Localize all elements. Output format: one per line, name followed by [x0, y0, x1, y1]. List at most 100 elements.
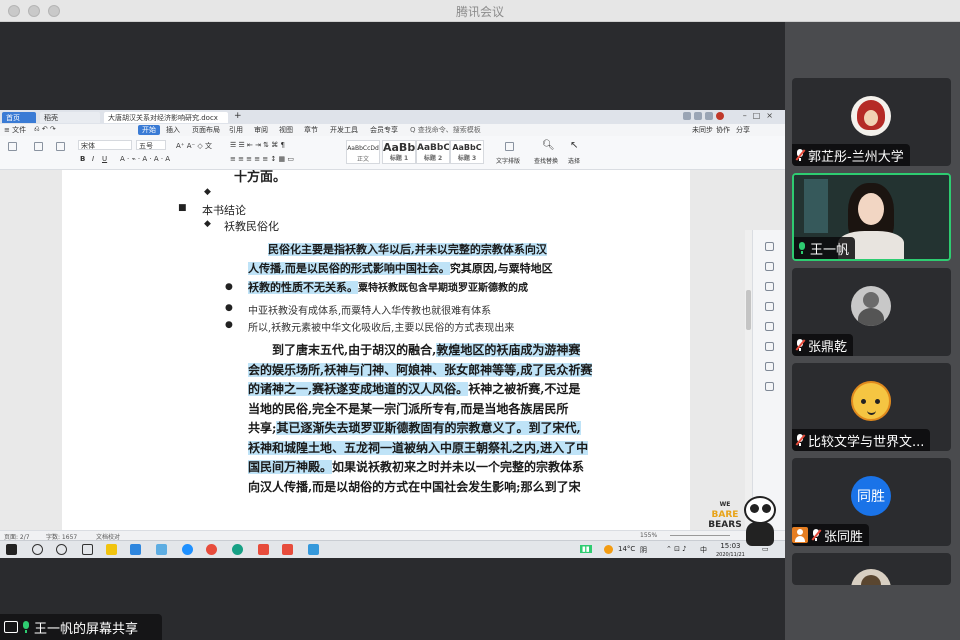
avatar: [851, 381, 891, 421]
paragraph-line: 向汉人传播,而是以胡俗的方式在中国社会发生影响;那么到了宋: [248, 478, 688, 498]
shared-screen-area[interactable]: 首页 稻壳 大唐胡汉关系对经济影响研究.docx + –□× ≡ 文件 ⎌ ↶ …: [0, 22, 785, 640]
document-page[interactable]: 十方面。 ◆ ■ 本书结论 ◆ 袄教民俗化 民俗化主要是指袄教入华以后,并未以完…: [62, 170, 690, 530]
menu-devtools[interactable]: 开发工具: [330, 125, 358, 135]
meeting-icon[interactable]: [308, 544, 319, 555]
new-tab-icon[interactable]: +: [234, 111, 242, 121]
participant-tile[interactable]: 比较文学与世界文...: [792, 363, 951, 451]
settings-icon[interactable]: [705, 112, 713, 120]
layout-icon[interactable]: [683, 112, 691, 120]
mic-muted-icon: [795, 434, 806, 446]
menu-insert[interactable]: 插入: [166, 125, 180, 135]
find-replace-icon[interactable]: 🔍︎: [542, 140, 555, 151]
participant-tile[interactable]: [792, 553, 951, 585]
wps-tab-document[interactable]: 大唐胡汉关系对经济影响研究.docx: [104, 112, 228, 123]
search-icon[interactable]: [32, 544, 43, 555]
wps-tab-bar: 首页 稻壳 大唐胡汉关系对经济影响研究.docx + –□×: [0, 110, 785, 124]
list-icons[interactable]: ☰ ☰ ⇤ ⇥ ⇅ ⌘ ¶: [230, 141, 285, 149]
style-heading-2[interactable]: AaBbC 标题 2: [416, 140, 450, 164]
round-bullet: ●: [225, 282, 233, 292]
avatar: [851, 569, 891, 585]
wps-tab-docer[interactable]: 稻壳: [40, 112, 100, 123]
cursor-tool-icon[interactable]: [765, 242, 774, 251]
font-size-select[interactable]: 五号: [136, 140, 166, 150]
tray-icons[interactable]: ⌃ ⊡ ♪: [666, 545, 687, 553]
document-canvas[interactable]: 十方面。 ◆ ■ 本书结论 ◆ 袄教民俗化 民俗化主要是指袄教入华以后,并未以完…: [0, 170, 785, 575]
text-run: 国民间万神殿。: [248, 460, 333, 474]
align-icons[interactable]: ≡ ≡ ≡ ≡ ≡ ↕ ▦ ▭: [230, 155, 294, 163]
cut-icon[interactable]: [34, 142, 43, 151]
skin-icon[interactable]: [694, 112, 702, 120]
format-painter-icon[interactable]: [56, 142, 65, 151]
mic-muted-icon: [795, 149, 806, 161]
diamond-bullet: ◆: [204, 187, 211, 197]
file-explorer-icon[interactable]: [106, 544, 117, 555]
screen-share-indicator[interactable]: 王一帆的屏幕共享: [0, 614, 162, 640]
text-run: 如果说袄教初来之时并未以一个完整的宗教体系: [332, 460, 585, 474]
menu-member[interactable]: 会员专享: [370, 125, 398, 135]
participant-tile[interactable]: 同胜 张同胜: [792, 458, 951, 546]
temperature: 14°C: [618, 545, 636, 553]
edge-icon[interactable]: [182, 544, 193, 555]
task-view-icon[interactable]: [82, 544, 93, 555]
top-heading: 十方面。: [234, 170, 287, 185]
style-heading-1[interactable]: AaBb 标题 1: [382, 140, 416, 164]
menu-undo-icons[interactable]: ⎌ ↶ ↷: [34, 125, 56, 134]
wps-toolbar: 宋体 五号 B I U A⁺ A⁻ ◇ 文 A · ⌁ · A · A · A …: [0, 136, 785, 170]
image-tool-icon[interactable]: [765, 322, 774, 331]
text-run: 向汉人传播,而是以胡俗的方式在中国社会发生影响;那么到了宋: [248, 479, 581, 494]
font-name-select[interactable]: 宋体: [78, 140, 132, 150]
sync-status[interactable]: 未同步: [692, 125, 713, 135]
wps-window-controls[interactable]: –□×: [743, 111, 779, 120]
pen-tool-icon[interactable]: [765, 262, 774, 271]
ime-indicator[interactable]: 中: [700, 545, 707, 555]
style-normal[interactable]: AaBbCcDd 正文: [346, 140, 380, 164]
menu-home[interactable]: 开始: [138, 125, 160, 135]
battery-icon[interactable]: ▮▮: [580, 545, 592, 553]
italic-button[interactable]: I: [92, 155, 94, 163]
wps-tab-home[interactable]: 首页: [2, 112, 36, 123]
format-tool-icon[interactable]: [765, 302, 774, 311]
browser-icon[interactable]: [232, 544, 243, 555]
menu-file[interactable]: ≡ 文件: [4, 125, 26, 135]
backup-tool-icon[interactable]: [765, 362, 774, 371]
help-tool-icon[interactable]: [765, 342, 774, 351]
bold-button[interactable]: B: [80, 155, 85, 163]
menu-view[interactable]: 视图: [279, 125, 293, 135]
wps-icon[interactable]: [282, 544, 293, 555]
select-cursor-icon[interactable]: ↖: [570, 140, 578, 151]
menu-references[interactable]: 引用: [229, 125, 243, 135]
participant-tile-active[interactable]: 王一帆: [792, 173, 951, 261]
text-run: 当地的民俗,完全不是某一宗门派所专有,而是当地各族居民所: [248, 401, 569, 416]
start-icon[interactable]: [6, 544, 17, 555]
scrollbar-thumb[interactable]: [746, 290, 751, 330]
store-icon[interactable]: [130, 544, 141, 555]
avatar[interactable]: [716, 112, 724, 120]
menu-chapter[interactable]: 章节: [304, 125, 318, 135]
highlight-paragraph: 民俗化主要是指袄教入华以后,并未以完整的宗教体系向汉 人传播,而是以民俗的形式影…: [248, 243, 553, 294]
find-replace-label: 查找替换: [534, 158, 559, 165]
cloud-icon[interactable]: [156, 544, 167, 555]
participant-tile[interactable]: 张鼎乾: [792, 268, 951, 356]
menu-layout[interactable]: 页面布局: [192, 125, 220, 135]
font-effects-icon[interactable]: A · ⌁ · A · A · A: [120, 155, 170, 163]
panel-tool-icon[interactable]: [765, 382, 774, 391]
text-layout-label: 文字排版: [496, 158, 521, 165]
collab-button[interactable]: 协作: [716, 125, 730, 135]
text-layout-icon[interactable]: [505, 142, 514, 151]
underline-button[interactable]: U: [102, 155, 107, 163]
command-search[interactable]: Q 查找命令、搜索模板: [410, 125, 481, 135]
cortana-icon[interactable]: [56, 544, 67, 555]
outline-subsection: 袄教民俗化: [224, 220, 279, 233]
paste-icon[interactable]: [8, 142, 17, 151]
style-heading-3[interactable]: AaBbC 标题 3: [450, 140, 484, 164]
wps-writer-icon[interactable]: [258, 544, 269, 555]
share-button[interactable]: 分享: [736, 125, 750, 135]
edit-tool-icon[interactable]: [765, 282, 774, 291]
menu-review[interactable]: 审阅: [254, 125, 268, 135]
zoom-level[interactable]: 155%: [640, 532, 657, 539]
bullet-line-1: 中亚袄教没有成体系,而粟特人入华传教也就很难有体系: [248, 306, 492, 317]
chrome-icon[interactable]: [206, 544, 217, 555]
participant-namebar: 王一帆: [794, 237, 856, 259]
participant-tile[interactable]: 郭芷彤-兰州大学: [792, 78, 951, 166]
font-grow-icon[interactable]: A⁺ A⁻ ◇ 文: [176, 141, 212, 151]
